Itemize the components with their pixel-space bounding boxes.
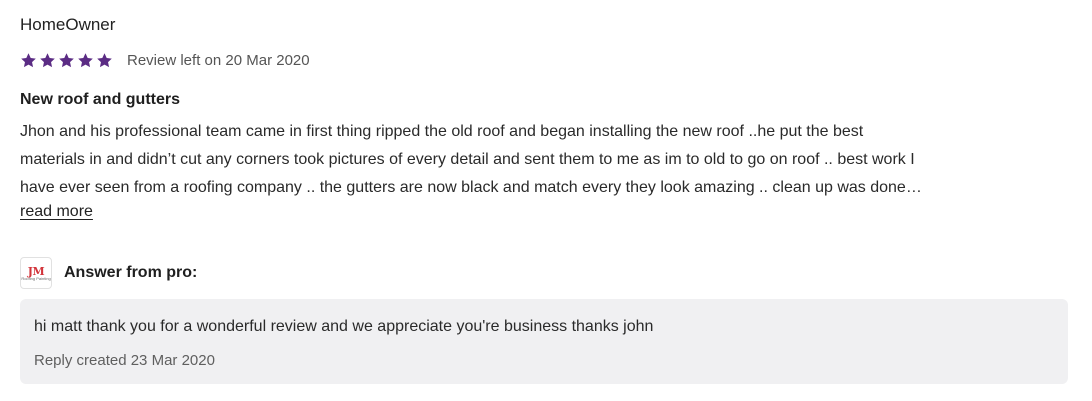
rating-row: Review left on 20 Mar 2020 — [20, 49, 310, 71]
answer-label: Answer from pro: — [64, 264, 198, 281]
reply-text: hi matt thank you for a wonderful review… — [34, 318, 654, 335]
star-icon — [21, 52, 36, 67]
reply-box: hi matt thank you for a wonderful review… — [20, 299, 1068, 384]
star-icon — [78, 52, 93, 67]
reply-date: Reply created 23 Mar 2020 — [34, 352, 215, 369]
star-icon — [97, 52, 112, 67]
review-body: Jhon and his professional team came in f… — [20, 118, 1072, 202]
pro-logo: JM Roofing Painting — [20, 257, 52, 289]
read-more-link[interactable]: read more — [20, 203, 93, 221]
star-icon — [40, 52, 55, 67]
review-body-line: materials in and didn’t cut any corners … — [20, 151, 915, 168]
review-date: Review left on 20 Mar 2020 — [127, 51, 310, 69]
reviewer-name: HomeOwner — [20, 15, 116, 34]
star-icon — [59, 52, 74, 67]
logo-mark: JM — [27, 264, 45, 278]
review-card: HomeOwner Review left on 20 Mar 2020 New… — [0, 0, 1092, 401]
review-title: New roof and gutters — [20, 91, 181, 108]
star-rating — [20, 52, 113, 69]
answer-header: JM Roofing Painting Answer from pro: — [20, 256, 197, 290]
review-body-line: Jhon and his professional team came in f… — [20, 123, 864, 140]
logo-text: Roofing Painting — [21, 275, 51, 281]
review-body-line: have ever seen from a roofing company ..… — [20, 179, 922, 196]
